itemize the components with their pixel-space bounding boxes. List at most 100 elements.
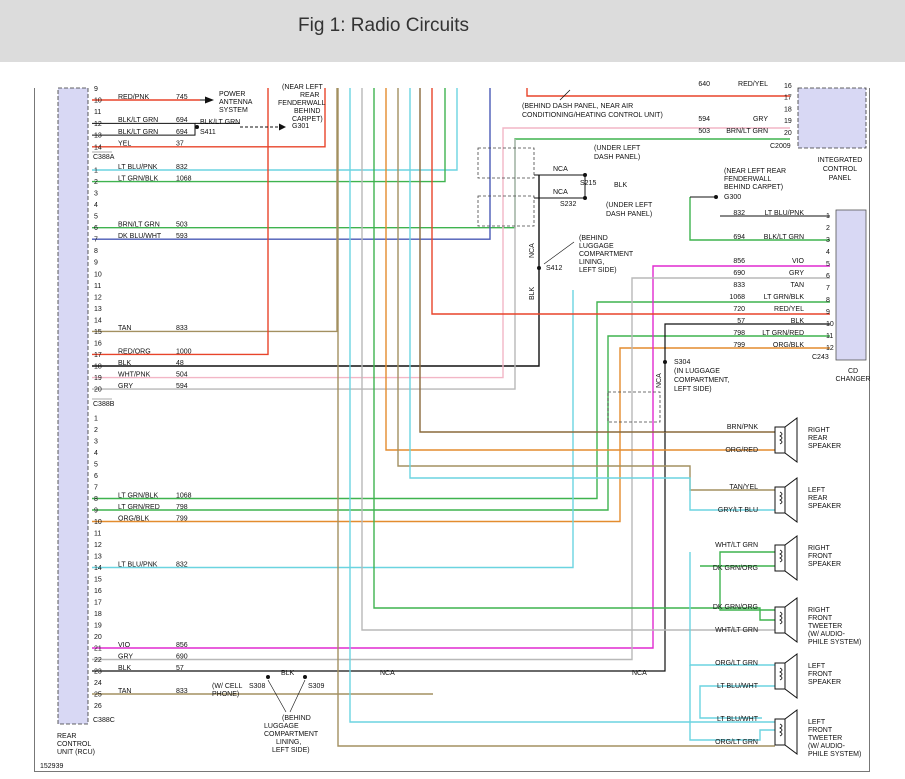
nca-label: NCA [656, 373, 663, 388]
wire-color-label: LT GRN/BLK [764, 294, 805, 301]
pin-number: 22 [94, 657, 102, 664]
speaker-label: RIGHT [808, 545, 831, 552]
ground-label: G301 [292, 123, 309, 130]
ground-note: FENDERWALL [724, 176, 772, 183]
wire-spk-lf-2 [689, 665, 775, 741]
wire-color-label: YEL [118, 141, 131, 148]
pin-number: 12 [94, 542, 102, 549]
circuit-number: 57 [176, 665, 184, 672]
nca-label: NCA [553, 166, 568, 173]
wire-color-label: TAN [118, 325, 131, 332]
speaker-label: (W/ AUDIO- [808, 743, 846, 750]
pin-number: 7 [94, 485, 98, 492]
wire-color-label: ORG/RED [725, 447, 758, 454]
antenna-arrow [205, 96, 214, 104]
note-leader [267, 679, 287, 713]
speaker-label: FRONT [808, 553, 833, 560]
pin-number: 13 [94, 554, 102, 561]
circuit-number: 799 [733, 342, 745, 349]
splice-note: (UNDER LEFT [606, 202, 653, 209]
speaker-label: RIGHT [808, 607, 831, 614]
speaker-cone-icon [784, 597, 798, 643]
wire-color-label: BLK [118, 665, 132, 672]
circuit-number: 690 [733, 270, 745, 277]
wire-color-label: GRY/LT BLU [718, 507, 758, 514]
wire-color-label: BLK [281, 670, 295, 677]
splice-note: LUGGAGE [579, 243, 614, 250]
speaker-label: (W/ AUDIO- [808, 631, 846, 638]
wire-color-label: BLK [791, 318, 805, 325]
ground-note: (NEAR LEFT [282, 84, 324, 91]
wire-color-label: TAN [118, 688, 131, 695]
wire-gry-ltblu [409, 88, 775, 511]
s309-dot [303, 675, 307, 679]
circuit-number: 694 [176, 129, 188, 136]
wire-color-label: ORG/BLK [118, 515, 149, 522]
wire-color-label: ORG/BLK [773, 342, 804, 349]
pin-number: 11 [94, 109, 101, 116]
connector-id: C388B [93, 401, 115, 408]
nca-label: NCA [529, 243, 536, 258]
pin-number: 7 [826, 285, 830, 292]
splice-note: COMPARTMENT, [674, 377, 729, 384]
speaker-label: FRONT [808, 671, 833, 678]
pin-number: 4 [94, 202, 98, 209]
wire-color-label: LT BLU/PNK [118, 561, 158, 568]
speaker-cone-icon [784, 709, 798, 755]
cd-changer-block [835, 209, 867, 361]
nca-label: NCA [380, 670, 395, 677]
speaker-cone-icon [784, 535, 798, 581]
circuit-number: 694 [176, 117, 188, 124]
pin-number: 6 [94, 473, 98, 480]
circuit-number: 503 [176, 221, 188, 228]
circuit-number: 1068 [176, 492, 192, 499]
note-leader [559, 89, 571, 101]
pin-number: 12 [94, 121, 102, 128]
circuit-number: 833 [176, 325, 188, 332]
pin-number: 9 [826, 309, 830, 316]
speaker-label: PHILE SYSTEM) [808, 751, 861, 758]
wire-color-label: LT GRN/RED [118, 504, 160, 511]
wire-color-label: BRN/PNK [727, 424, 758, 431]
wire-color-label: ORG/LT GRN [715, 739, 758, 746]
pin-number: 11 [94, 283, 101, 290]
s232-dot [583, 196, 587, 200]
wire-color-label: LT BLU/PNK [118, 164, 158, 171]
circuit-number: 833 [176, 688, 188, 695]
connector-id: C2009 [770, 143, 791, 150]
s232-dashed-box [477, 195, 535, 227]
pin-number: 21 [94, 646, 102, 653]
pin-number: 8 [826, 297, 830, 304]
circuit-number: 720 [733, 306, 745, 313]
s215-dot [583, 173, 587, 177]
speaker-label: SPEAKER [808, 679, 841, 686]
s304-dot [663, 360, 667, 364]
wire-color-label: LT BLU/WHT [717, 683, 759, 690]
circuit-number: 745 [176, 94, 188, 101]
pin-number: 3 [94, 439, 98, 446]
speaker-cone-icon [784, 653, 798, 699]
splice-label: S412 [546, 265, 562, 272]
circuit-number: 503 [698, 128, 710, 135]
splice-note: (BEHIND [282, 715, 311, 722]
pin-number: 14 [94, 144, 102, 151]
wire-color-label: LT BLU/PNK [765, 210, 805, 217]
wire-color-label: BLK/LT GRN [764, 234, 804, 241]
nca-label: NCA [632, 670, 647, 677]
wire-720 [431, 88, 830, 315]
circuit-number: 694 [733, 234, 745, 241]
wire-color-label: BLK [614, 182, 628, 189]
splice-note: DASH PANEL) [606, 211, 652, 218]
connector-id: C388C [93, 717, 115, 724]
wire-503 [92, 138, 790, 229]
speaker-label: FRONT [808, 615, 833, 622]
wire-color-label: GRY [753, 116, 768, 123]
pin-number: 6 [94, 225, 98, 232]
circuit-number: 594 [176, 383, 188, 390]
splice-note: LINING, [579, 259, 604, 266]
circuit-number: 832 [733, 210, 745, 217]
splice-note: LINING, [276, 739, 301, 746]
speaker-label: FRONT [808, 727, 833, 734]
circuit-number: 48 [176, 360, 184, 367]
wire-color-label: TAN [791, 282, 804, 289]
